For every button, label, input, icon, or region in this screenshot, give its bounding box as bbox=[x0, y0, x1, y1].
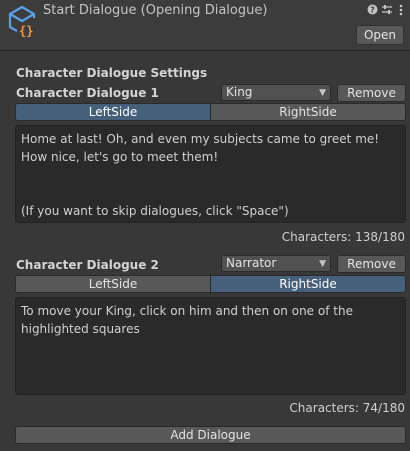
dialogue-2-character-value: Narrator bbox=[226, 256, 277, 270]
dialogue-1-rightside-tab[interactable]: RightSide bbox=[211, 103, 406, 121]
dialogue-1-label: Character Dialogue 1 bbox=[16, 86, 159, 100]
add-dialogue-button[interactable]: Add Dialogue bbox=[15, 426, 406, 444]
section-title: Character Dialogue Settings bbox=[16, 66, 208, 80]
dialogue-1-char-counter: Characters: 138/180 bbox=[281, 230, 405, 244]
dialogue-1-side-toggle: LeftSide RightSide bbox=[15, 103, 406, 121]
dialogue-2-char-counter: Characters: 74/180 bbox=[289, 401, 405, 415]
dialogue-2-label: Character Dialogue 2 bbox=[16, 258, 159, 272]
dialogue-2-leftside-tab[interactable]: LeftSide bbox=[15, 275, 211, 293]
chevron-down-icon: ▼ bbox=[319, 259, 326, 269]
dialogue-1-text-area[interactable]: Home at last! Oh, and even my subjects c… bbox=[15, 125, 406, 223]
more-menu-icon[interactable] bbox=[399, 4, 403, 19]
chevron-down-icon: ▼ bbox=[319, 88, 326, 98]
dialogue-1-leftside-tab[interactable]: LeftSide bbox=[15, 103, 211, 121]
dialogue-1-character-dropdown[interactable]: King ▼ bbox=[221, 84, 331, 101]
open-button[interactable]: Open bbox=[355, 25, 404, 45]
asset-title: Start Dialogue (Opening Dialogue) bbox=[43, 3, 268, 18]
inspector-header: {} Start Dialogue (Opening Dialogue) ? O… bbox=[0, 0, 410, 50]
svg-text:{}: {} bbox=[19, 24, 33, 38]
svg-text:?: ? bbox=[370, 6, 375, 15]
dialogue-2-rightside-tab[interactable]: RightSide bbox=[211, 275, 406, 293]
preset-sliders-icon[interactable] bbox=[381, 4, 393, 18]
dialogue-1-character-value: King bbox=[226, 85, 253, 99]
asset-script-icon: {} bbox=[8, 5, 36, 38]
header-divider bbox=[0, 50, 410, 51]
dialogue-2-character-dropdown[interactable]: Narrator ▼ bbox=[221, 255, 331, 272]
dialogue-1-remove-button[interactable]: Remove bbox=[337, 84, 406, 102]
dialogue-2-text-area[interactable]: To move your King, click on him and then… bbox=[15, 297, 406, 395]
dialogue-2-side-toggle: LeftSide RightSide bbox=[15, 275, 406, 293]
dialogue-2-remove-button[interactable]: Remove bbox=[337, 255, 406, 273]
help-icon[interactable]: ? bbox=[367, 4, 378, 18]
